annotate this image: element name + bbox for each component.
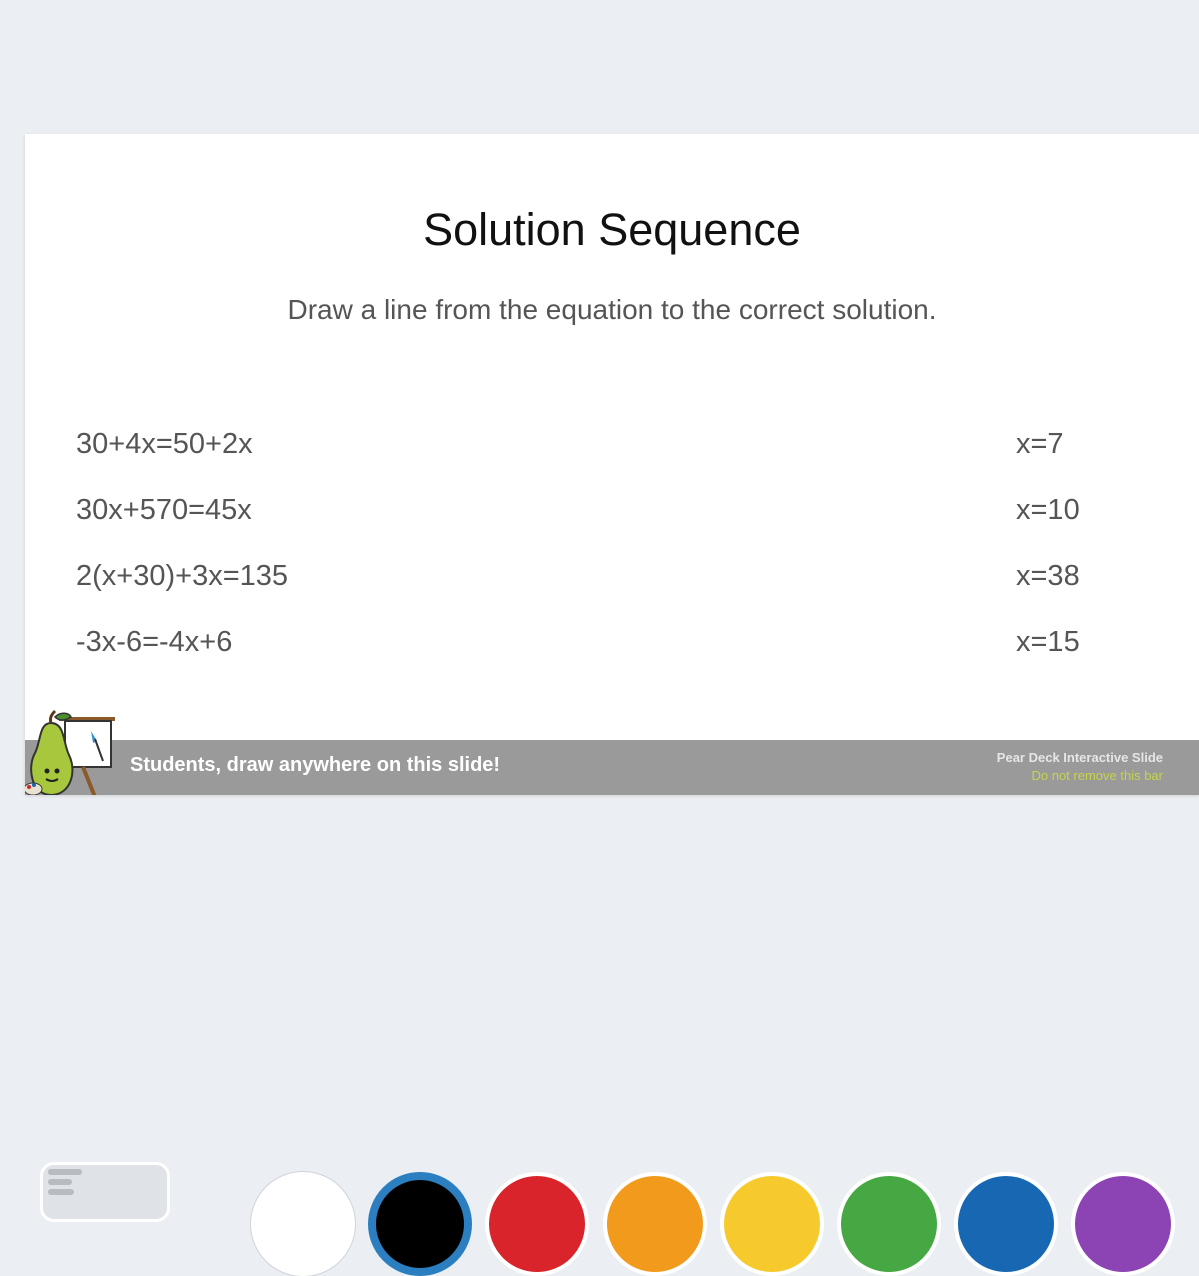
solution-item: x=7: [1016, 428, 1064, 460]
color-swatch-purple[interactable]: [1071, 1172, 1176, 1276]
slide-subtitle: Draw a line from the equation to the cor…: [287, 294, 937, 325]
color-swatch-black[interactable]: [368, 1172, 473, 1276]
equation-item: 30+4x=50+2x: [76, 428, 253, 460]
color-swatch-white[interactable]: [251, 1172, 355, 1276]
footer-brand-block: Pear Deck Interactive Slide Do not remov…: [997, 749, 1163, 785]
slide-title: Solution Sequence: [423, 204, 801, 255]
pear-easel-icon: [25, 709, 115, 795]
equation-list: 30+4x=50+2x 30x+570=45x 2(x+30)+3x=135 -…: [76, 422, 288, 686]
footer-brand: Pear Deck Interactive Slide: [996, 750, 1163, 765]
pear-deck-footer-bar: Students, draw anywhere on this slide! P…: [25, 740, 1199, 795]
pen-tool-icon: [48, 1169, 82, 1195]
solution-item: x=10: [1016, 494, 1080, 526]
footer-instruction: Students, draw anywhere on this slide!: [130, 754, 501, 776]
color-swatch-blue[interactable]: [954, 1172, 1059, 1276]
equation-item: 30x+570=45x: [76, 494, 252, 526]
solution-item: x=15: [1016, 626, 1080, 658]
color-swatch-orange[interactable]: [602, 1172, 707, 1276]
footer-notice: Do not remove this bar: [1031, 768, 1163, 783]
equation-item: -3x-6=-4x+6: [76, 626, 233, 658]
color-swatch-green[interactable]: [837, 1172, 941, 1276]
pen-tool-button[interactable]: [40, 1162, 170, 1222]
color-swatch-red[interactable]: [485, 1172, 590, 1276]
solution-item: x=38: [1016, 560, 1080, 592]
equation-item: 2(x+30)+3x=135: [76, 560, 289, 592]
color-swatch-yellow[interactable]: [719, 1172, 824, 1276]
slide-canvas[interactable]: Solution Sequence Draw a line from the e…: [25, 134, 1199, 795]
solution-list: x=7 x=10 x=38 x=15: [1016, 422, 1080, 686]
